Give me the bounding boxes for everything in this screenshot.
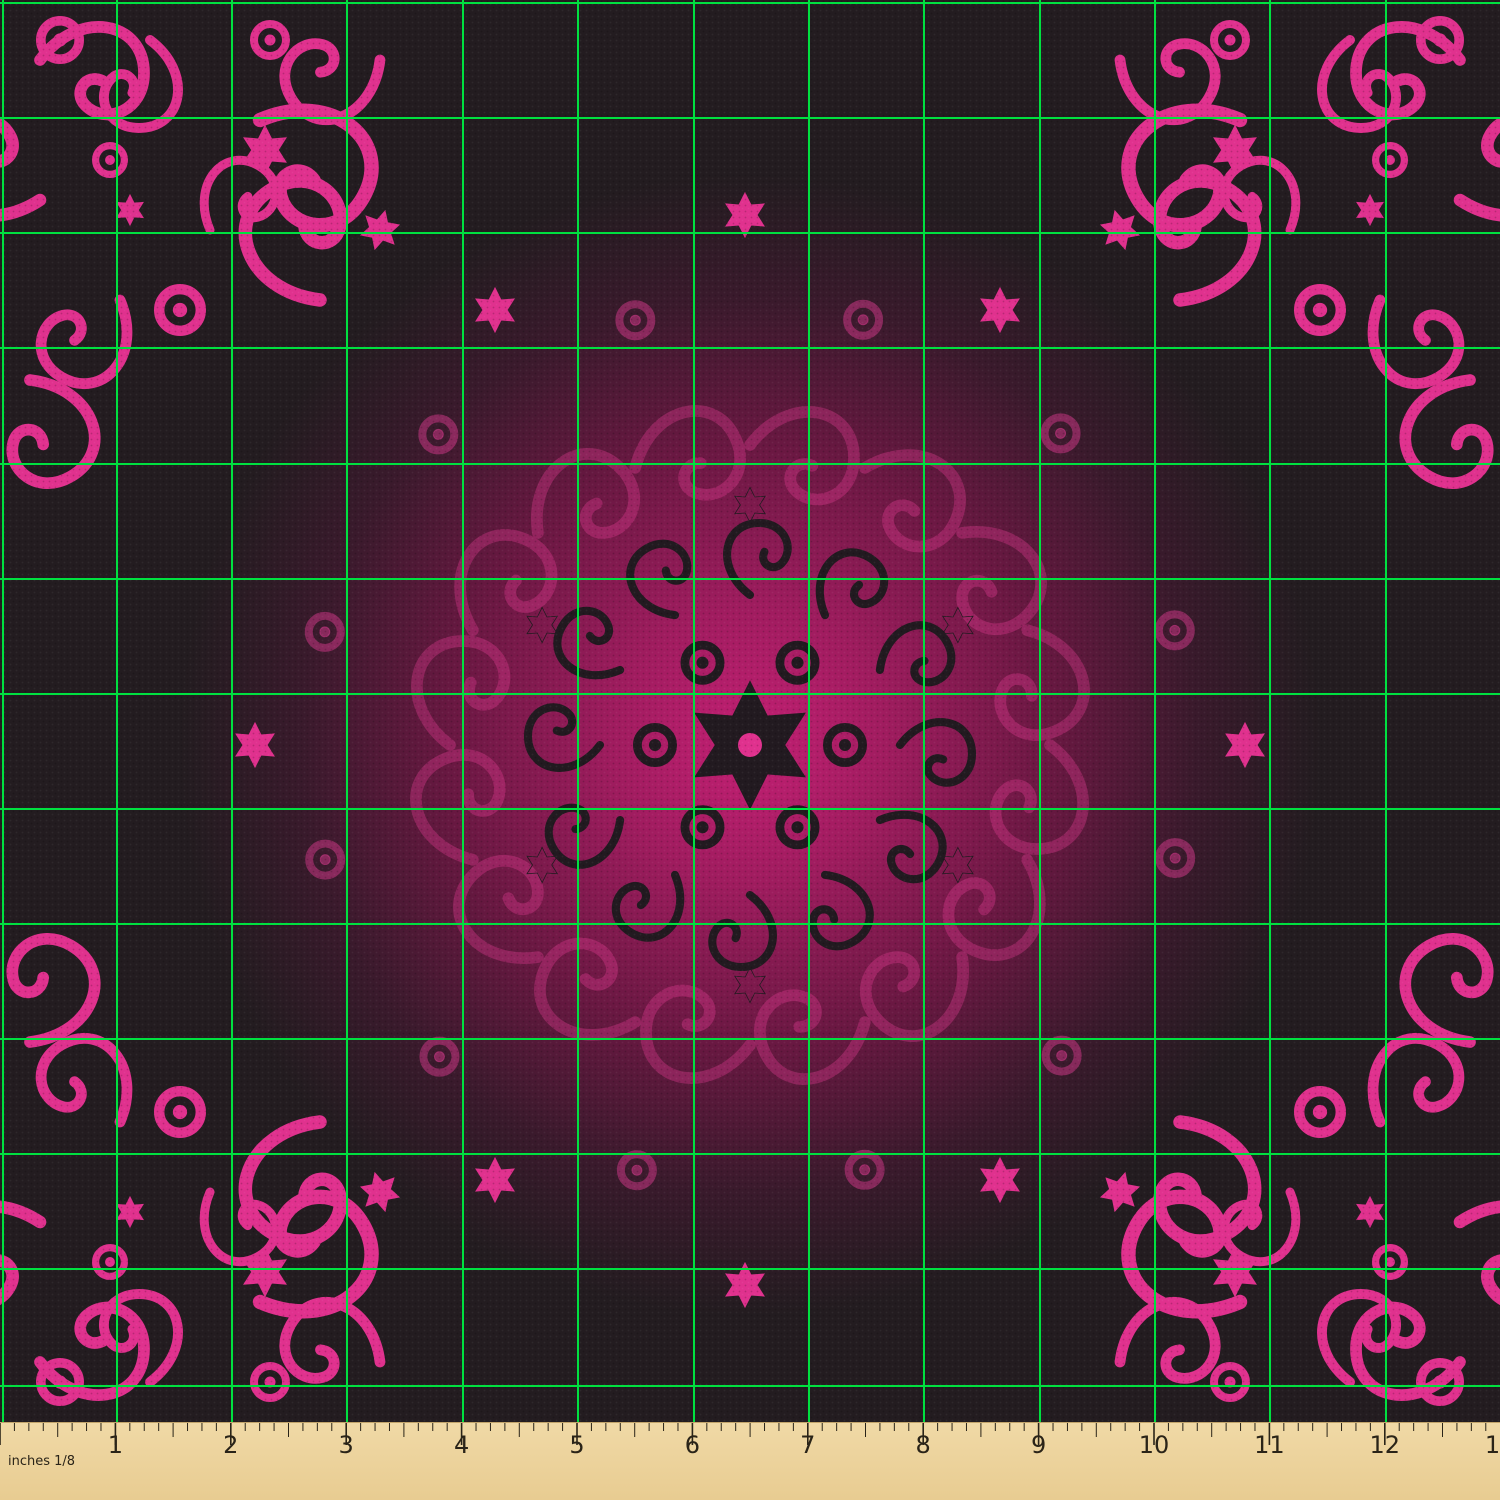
ruler-number: 10	[1139, 1431, 1170, 1459]
fabric-texture	[0, 0, 1500, 1422]
ruler-number: 2	[223, 1431, 238, 1459]
fabric-swatch	[0, 0, 1500, 1422]
ruler-number: 3	[339, 1431, 354, 1459]
product-photo: 12345678910111213 inches 1/8	[0, 0, 1500, 1500]
ruler-number: 13	[1485, 1431, 1500, 1459]
ruler-number: 5	[569, 1431, 584, 1459]
ruler-number: 8	[916, 1431, 931, 1459]
mandala-pattern	[0, 0, 1500, 1422]
inch-ruler: 12345678910111213 inches 1/8	[0, 1422, 1500, 1500]
ruler-number: 1	[108, 1431, 123, 1459]
ruler-numbers: 12345678910111213	[108, 1431, 1500, 1459]
ruler-number: 12	[1370, 1431, 1401, 1459]
ruler-number: 4	[454, 1431, 469, 1459]
ruler-number: 7	[800, 1431, 815, 1459]
ruler-number: 9	[1031, 1431, 1046, 1459]
ruler-caption: inches 1/8	[8, 1454, 75, 1469]
ruler-number: 11	[1254, 1431, 1285, 1459]
ruler-number: 6	[685, 1431, 700, 1459]
